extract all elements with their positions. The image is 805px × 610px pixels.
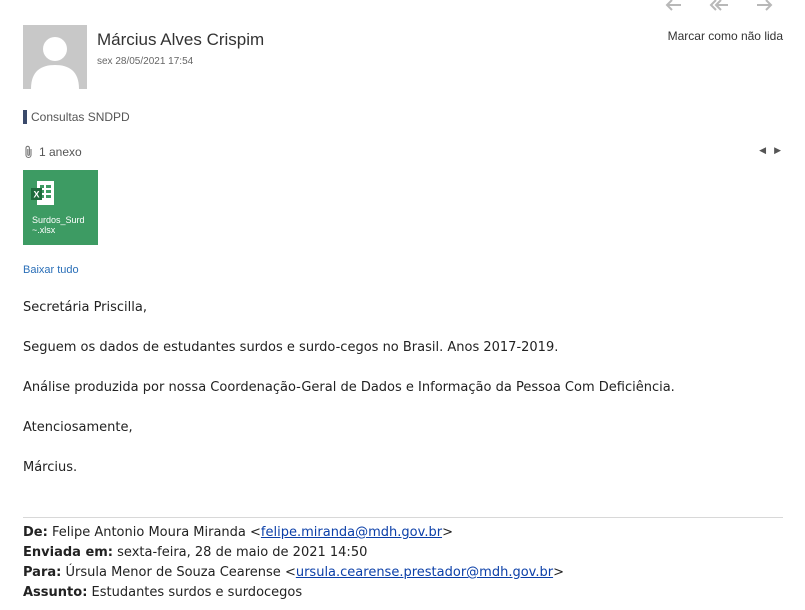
from-label: De: bbox=[23, 525, 48, 540]
mark-unread-button[interactable]: Marcar como não lida bbox=[668, 29, 783, 43]
body-paragraph: Március. bbox=[23, 460, 78, 475]
to-label: Para: bbox=[23, 565, 62, 580]
paperclip-icon bbox=[25, 145, 32, 159]
body-paragraph: Análise produzida por nossa Coordenação-… bbox=[23, 380, 675, 395]
attachment-count: 1 anexo bbox=[39, 145, 82, 159]
sender-name[interactable]: Március Alves Crispim bbox=[97, 30, 264, 50]
category-tag[interactable]: Consultas SNDPD bbox=[23, 110, 130, 124]
body-paragraph: Atenciosamente, bbox=[23, 420, 133, 435]
attachment-tile[interactable]: X Surdos_Surd ~.xlsx bbox=[23, 170, 98, 245]
from-line: De: Felipe Antonio Moura Miranda <felipe… bbox=[23, 524, 564, 544]
category-label: Consultas SNDPD bbox=[31, 110, 130, 124]
download-all-link[interactable]: Baixar tudo bbox=[23, 264, 79, 276]
to-line: Para: Úrsula Menor de Souza Cearense <ur… bbox=[23, 564, 564, 584]
sent-label: Enviada em: bbox=[23, 545, 114, 560]
attachment-filename: Surdos_Surd ~.xlsx bbox=[32, 215, 94, 235]
sent-date: sex 28/05/2021 17:54 bbox=[97, 56, 194, 67]
subject-value: Estudantes surdos e surdocegos bbox=[91, 585, 303, 600]
reply-icon[interactable] bbox=[650, 0, 696, 16]
attachment-navigation: ◀ ▶ bbox=[759, 146, 781, 156]
message-actions bbox=[650, 0, 788, 16]
body-paragraph: Seguem os dados de estudantes surdos e s… bbox=[23, 340, 559, 355]
svg-text:X: X bbox=[33, 190, 39, 200]
sender-avatar[interactable] bbox=[23, 25, 87, 89]
subject-label: Assunto: bbox=[23, 585, 88, 600]
sent-value: sexta-feira, 28 de maio de 2021 14:50 bbox=[117, 545, 368, 560]
from-name: Felipe Antonio Moura Miranda < bbox=[51, 525, 261, 540]
attachment-filename-line2: ~.xlsx bbox=[32, 225, 56, 235]
chevron-left-icon[interactable]: ◀ bbox=[759, 146, 766, 156]
forwarded-message-header: De: Felipe Antonio Moura Miranda <felipe… bbox=[23, 524, 564, 604]
forward-icon[interactable] bbox=[742, 0, 788, 16]
email-reading-pane: Március Alves Crispim sex 28/05/2021 17:… bbox=[0, 0, 805, 610]
subject-line: Assunto: Estudantes surdos e surdocegos bbox=[23, 584, 564, 604]
message-body: Secretária Priscilla, Seguem os dados de… bbox=[23, 300, 675, 500]
to-email-link[interactable]: ursula.cearense.prestador@mdh.gov.br bbox=[296, 565, 553, 580]
attachment-filename-line1: Surdos_Surd bbox=[32, 215, 85, 225]
forward-divider bbox=[23, 517, 783, 518]
attachment-summary: 1 anexo bbox=[23, 145, 82, 159]
sent-line: Enviada em: sexta-feira, 28 de maio de 2… bbox=[23, 544, 564, 564]
to-name: Úrsula Menor de Souza Cearense < bbox=[65, 565, 296, 580]
from-email-link[interactable]: felipe.miranda@mdh.gov.br bbox=[261, 525, 442, 540]
excel-file-icon: X bbox=[31, 181, 54, 205]
chevron-right-icon[interactable]: ▶ bbox=[774, 146, 781, 156]
body-paragraph: Secretária Priscilla, bbox=[23, 300, 147, 315]
from-close-bracket: > bbox=[442, 525, 453, 540]
reply-all-icon[interactable] bbox=[696, 0, 742, 16]
category-color-bar bbox=[23, 110, 27, 124]
to-close-bracket: > bbox=[553, 565, 564, 580]
person-silhouette-icon bbox=[31, 37, 79, 89]
